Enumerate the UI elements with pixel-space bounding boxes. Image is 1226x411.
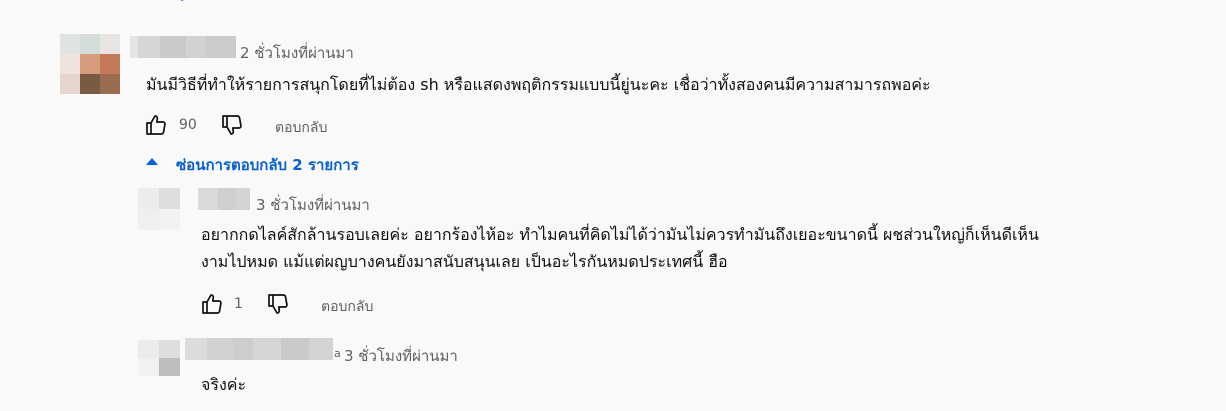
hide-replies-label: ซ่อนการตอบกลับ 2 รายการ: [176, 156, 359, 174]
like-count: 1: [234, 296, 243, 312]
thumbs-down-icon[interactable]: [266, 292, 290, 316]
comment-text-line-2: งามไปหมด แม้แต่ผญบางคนยังมาสนับสนุนเลย เ…: [201, 252, 728, 271]
comment-text: มันมีวิธีที่ทำให้รายการสนุกโดยที่ไม่ต้อง…: [146, 75, 931, 94]
author-name[interactable]: [198, 188, 250, 210]
reply-button[interactable]: ตอบกลับ: [275, 117, 327, 139]
author-name[interactable]: [185, 338, 333, 360]
author-name[interactable]: [130, 36, 236, 58]
comment-text: จริงค่ะ: [201, 375, 247, 394]
thumbs-up-icon[interactable]: [144, 113, 168, 137]
avatar[interactable]: [60, 34, 120, 94]
partial-caret-icon: ⌄: [178, 0, 188, 4]
author-name-suffix: a: [334, 347, 341, 360]
reply-button[interactable]: ตอบกลับ: [321, 296, 373, 318]
like-count: 90: [179, 117, 197, 133]
avatar[interactable]: [138, 188, 180, 230]
comment-timestamp[interactable]: 3 ชั่วโมงที่ผ่านมา: [256, 193, 370, 217]
caret-up-icon: [146, 158, 158, 165]
comment-timestamp[interactable]: 3 ชั่วโมงที่ผ่านมา: [344, 344, 458, 368]
thumbs-up-icon[interactable]: [200, 292, 224, 316]
thumbs-down-icon[interactable]: [220, 113, 244, 137]
comment-timestamp[interactable]: 2 ชั่วโมงที่ผ่านมา: [240, 41, 354, 65]
avatar[interactable]: [138, 340, 180, 376]
comment-text-line-1: อยากกดไลค์สักล้านรอบเลยค่ะ อยากร้องไห้อะ…: [201, 225, 1039, 244]
